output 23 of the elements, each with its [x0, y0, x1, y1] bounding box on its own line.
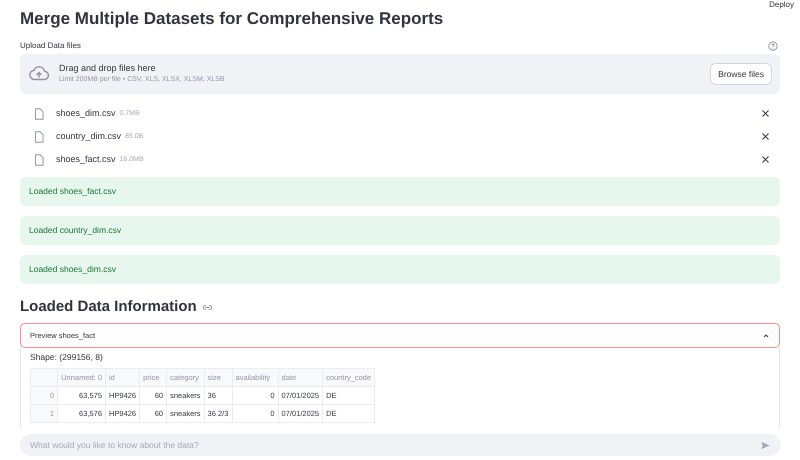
file-name: country_dim.csv — [56, 130, 122, 143]
help-icon — [768, 40, 778, 51]
upload-label: Upload Data files — [20, 40, 81, 52]
browse-files-button[interactable]: Browse files — [710, 63, 772, 86]
alert-text: Loaded country_dim.csv — [29, 224, 122, 237]
file-icon — [32, 152, 46, 166]
file-name: shoes_fact.csv — [56, 152, 116, 166]
alert-text: Loaded shoes_fact.csv — [29, 185, 116, 198]
send-icon — [760, 440, 771, 450]
chevron-up-icon — [762, 332, 770, 340]
file-icon — [32, 130, 46, 144]
alert-text: Loaded shoes_dim.csv — [29, 263, 116, 276]
close-icon — [761, 109, 770, 118]
section-heading: Loaded Data Information — [20, 296, 197, 317]
file-icon — [32, 106, 46, 120]
shape-text: Shape: (299156, 8) — [30, 351, 103, 363]
file-name: shoes_dim.csv — [56, 106, 116, 120]
chat-input[interactable]: What would you like to know about the data? — [20, 434, 781, 456]
deploy-button[interactable]: Deploy — [769, 0, 794, 9]
page-title: Merge Multiple Datasets for Comprehensive Reports — [20, 8, 444, 30]
close-icon — [761, 132, 770, 141]
dropzone-text: Drag and drop files here — [59, 62, 157, 74]
close-icon — [761, 155, 770, 164]
